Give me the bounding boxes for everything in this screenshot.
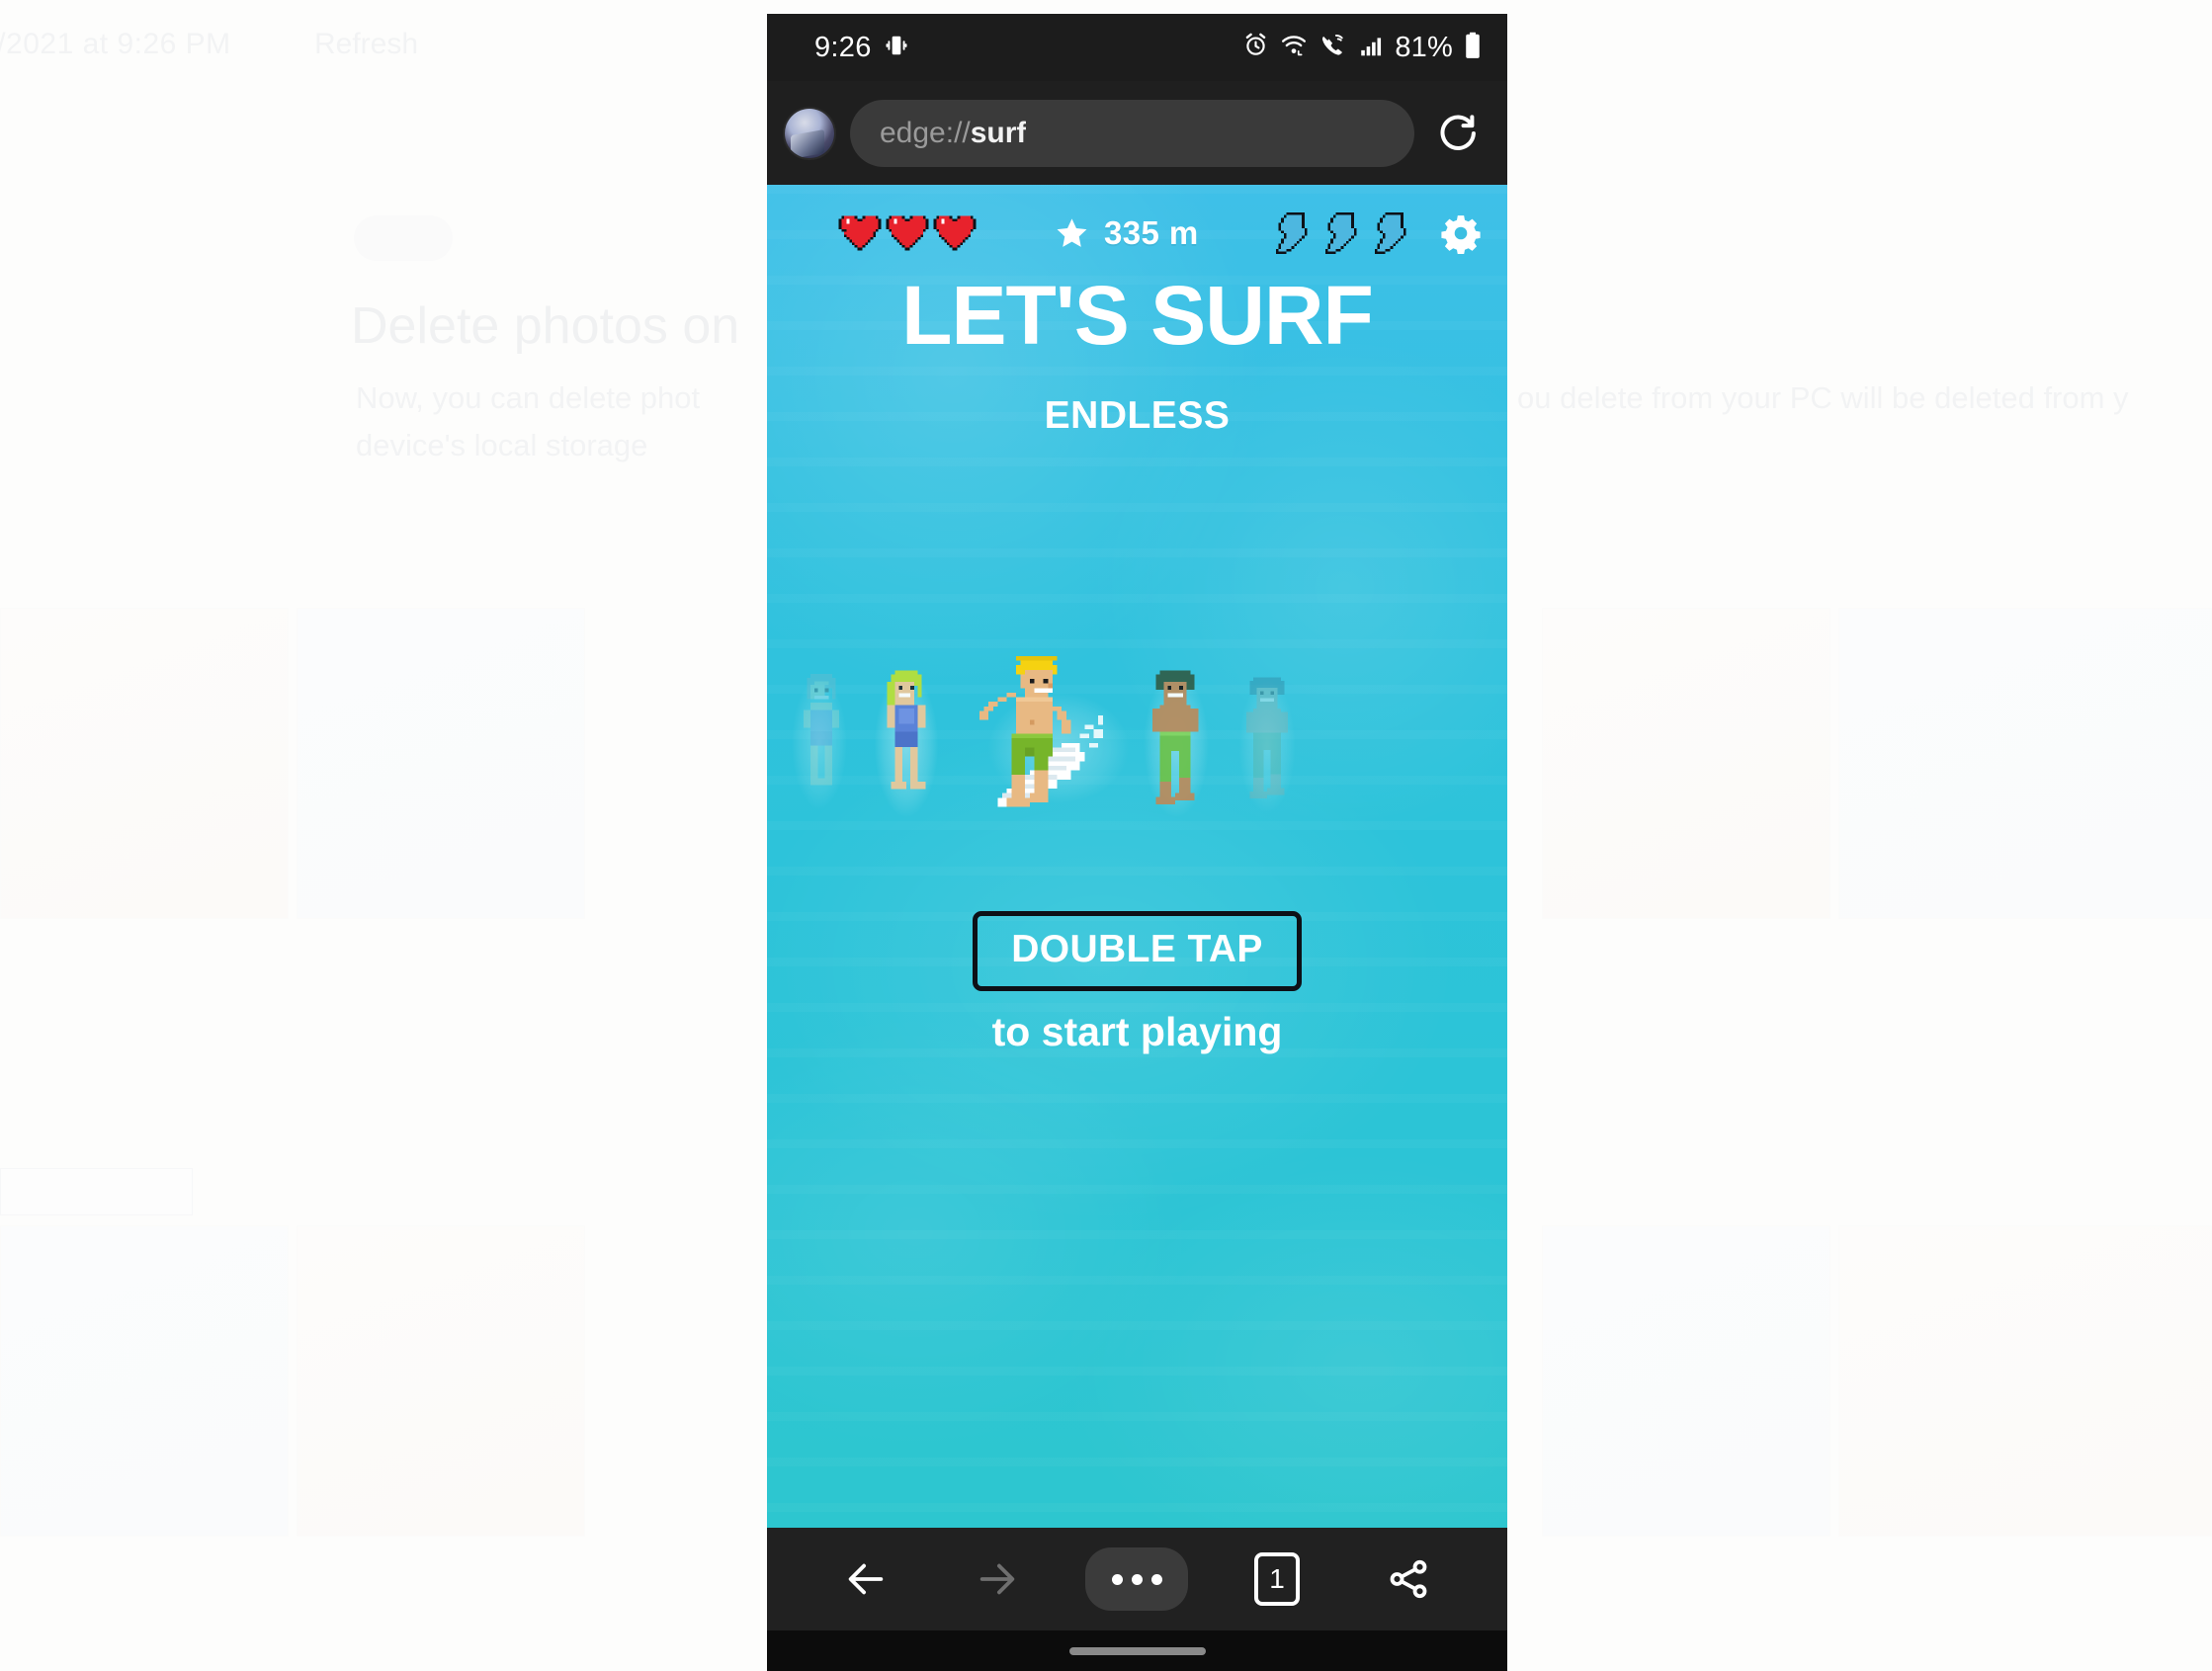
background-date-text: 2/2021 at 9:26 PM [0,28,231,60]
browser-toolbar: edge://surf [767,81,1507,185]
url-input[interactable]: edge://surf [850,99,1414,167]
background-pill-chip [354,215,453,261]
share-icon [1390,1559,1427,1599]
menu-dot-icon [1150,1573,1162,1585]
share-button[interactable] [1366,1546,1451,1613]
surfer-player [978,655,1103,807]
lightning-bolt-icon [1275,212,1308,254]
score-display: 335 m [1054,214,1199,252]
background-photo-thumb [297,608,585,919]
swimmer-far-left [803,674,840,786]
browser-bottom-nav: 1 [767,1528,1507,1630]
background-subtext-line2: device's local storage [356,428,648,462]
swimmer-far-right [1246,677,1288,798]
status-bar-left: 9:26 [814,32,909,64]
menu-dot-icon [1111,1573,1123,1585]
phone-device: 9:26 81% edge://surf 335 m LET'S SURF EN… [767,14,1507,1671]
lightning-bolt-icon [1374,212,1406,254]
double-tap-label: DOUBLE TAP [1011,928,1263,970]
background-small-box [0,1168,193,1215]
lightning-bolt-icon [1324,212,1357,254]
background-heading: Delete photos on [351,297,740,355]
back-button[interactable] [823,1546,908,1613]
swimmer-right [1151,670,1199,804]
tab-count-label: 1 [1269,1563,1285,1594]
tab-count-box: 1 [1254,1552,1301,1606]
more-options-button[interactable] [1085,1547,1189,1611]
background-photo-thumb [1838,608,2212,919]
url-host: surf [970,116,1027,149]
background-subtext-right: ou delete from your PC will be deleted f… [1517,380,2129,415]
background-photo-thumb [297,1225,585,1537]
boost-meter [1270,212,1414,254]
settings-button[interactable] [1440,212,1482,254]
star-icon [1057,217,1087,247]
surf-game-viewport[interactable]: 335 m LET'S SURF ENDLESS DOUBLE TAP to s… [767,185,1507,1528]
heart-icon [838,215,882,251]
page-title: LET'S SURF [901,269,1374,362]
title-block: LET'S SURF ENDLESS [767,274,1507,438]
gear-icon [1441,215,1481,254]
alarm-icon [1242,32,1269,63]
lives-meter [838,213,977,253]
arrow-right-icon [979,1563,1015,1595]
profile-avatar[interactable] [785,108,834,158]
background-photo-thumb [0,608,289,919]
status-bar: 9:26 81% [767,14,1507,81]
url-scheme: edge:// [880,116,971,149]
score-value: 335 m [1104,214,1199,251]
game-mode-label: ENDLESS [1044,394,1231,437]
double-tap-button[interactable]: DOUBLE TAP [973,911,1302,991]
background-refresh-link: Refresh [314,28,419,60]
game-hud: 335 m [767,203,1507,264]
start-prompt-subtext: to start playing [991,1009,1283,1054]
status-bar-right: 81% [1242,32,1482,64]
background-photo-thumb [1542,608,1830,919]
background-photo-thumb [1838,1225,2212,1537]
arrow-left-icon [849,1563,884,1595]
battery-icon [1464,32,1482,64]
background-photo-thumb [1542,1225,1830,1537]
wifi-icon [1280,32,1308,63]
tab-switcher-button[interactable]: 1 [1234,1546,1319,1613]
reload-icon [1440,114,1476,150]
heart-icon [933,215,977,251]
call-wifi-icon [1319,32,1347,63]
signal-bars-icon [1358,33,1384,63]
start-prompt: DOUBLE TAP to start playing [767,911,1507,1055]
forward-button[interactable] [955,1546,1040,1613]
background-subtext-line1: Now, you can delete phot [356,380,701,415]
url-text: edge://surf [880,117,1026,150]
swimmer-left [887,670,926,790]
menu-dot-icon [1131,1573,1143,1585]
battery-percent-label: 81% [1395,31,1453,63]
screen-cast-icon [884,33,909,63]
home-indicator[interactable] [1068,1646,1206,1655]
gesture-nav-area [767,1630,1507,1671]
characters-layer [767,634,1507,852]
reload-button[interactable] [1430,106,1486,161]
background-photo-thumb [0,1225,289,1537]
status-clock: 9:26 [814,31,872,63]
heart-icon [886,215,929,251]
